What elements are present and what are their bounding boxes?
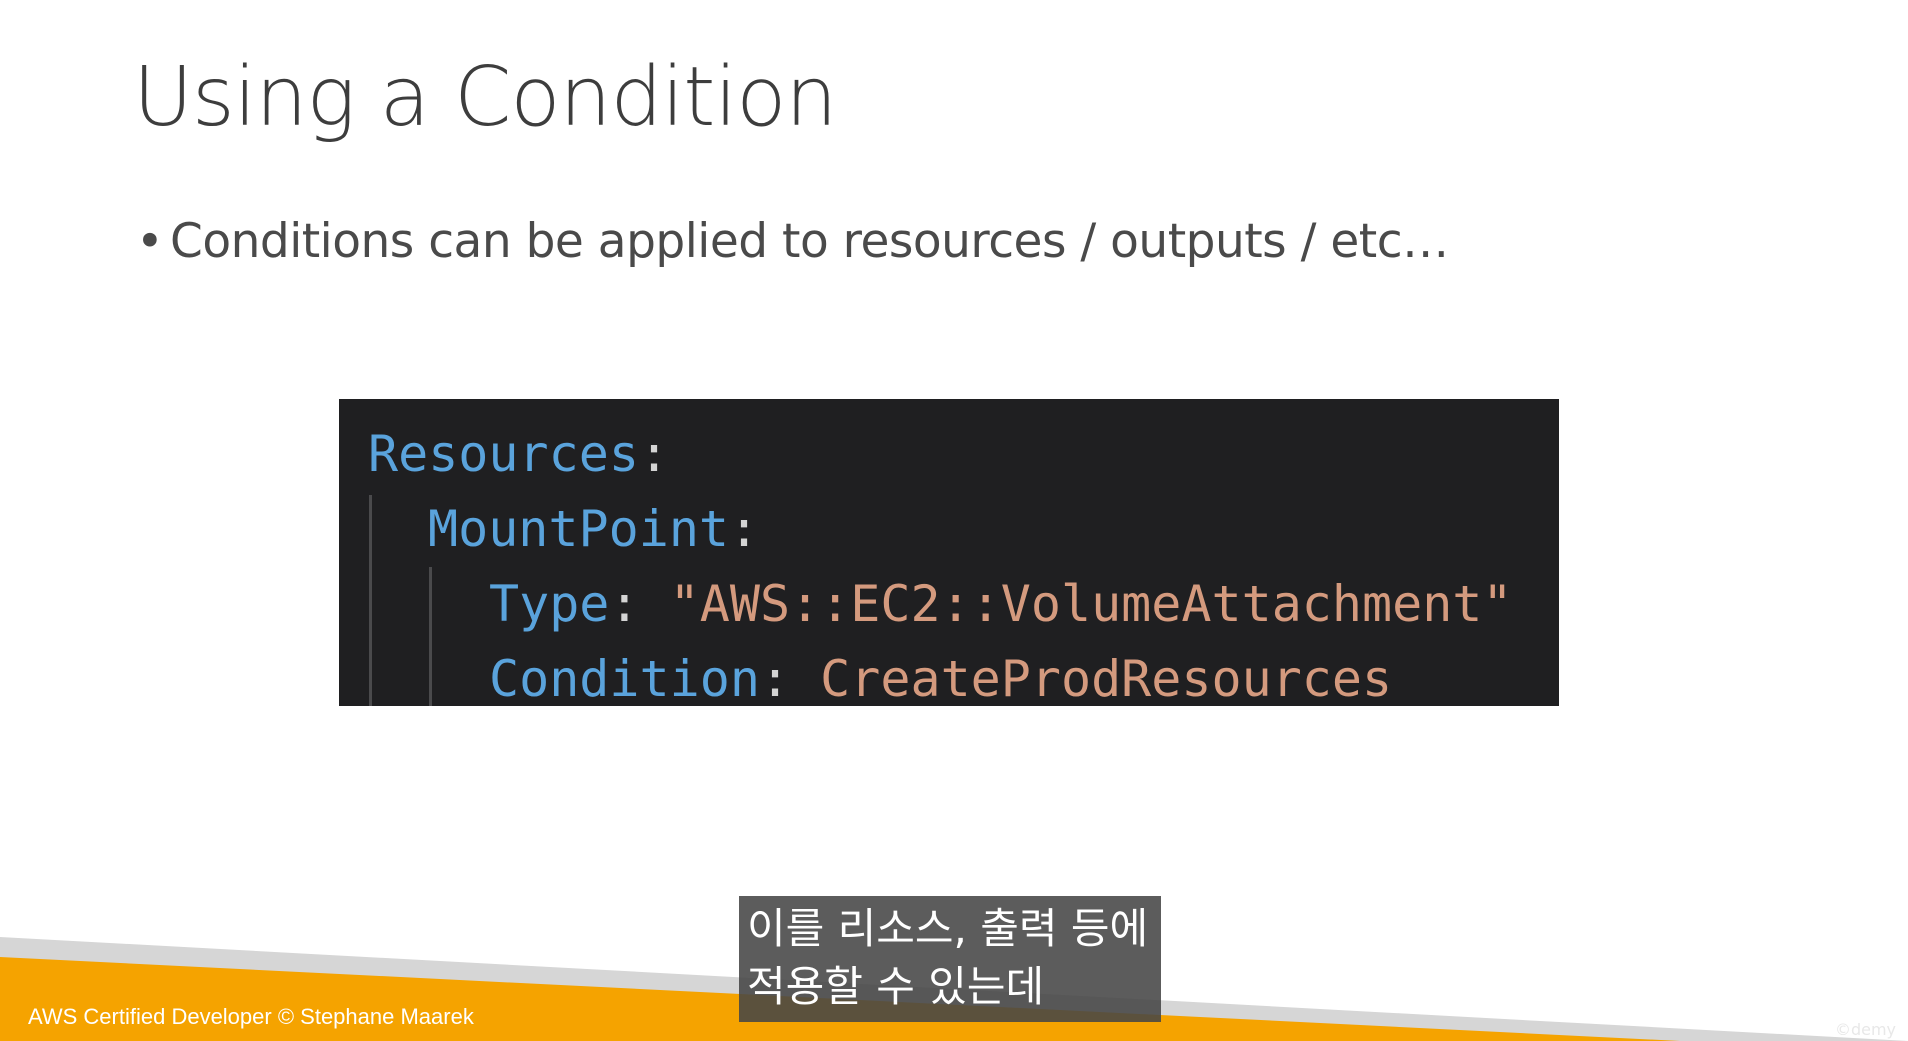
- subtitle-line-1: 이를 리소스, 출력 등에: [747, 904, 1149, 953]
- watermark-logo: ©demy: [1834, 1020, 1896, 1039]
- video-subtitle: 이를 리소스, 출력 등에 적용할 수 있는데: [739, 896, 1161, 1022]
- footer-decoration: [0, 937, 1908, 1041]
- footer-credit: AWS Certified Developer © Stephane Maare…: [28, 1004, 474, 1029]
- subtitle-line-2: 적용할 수 있는데: [747, 962, 1045, 1011]
